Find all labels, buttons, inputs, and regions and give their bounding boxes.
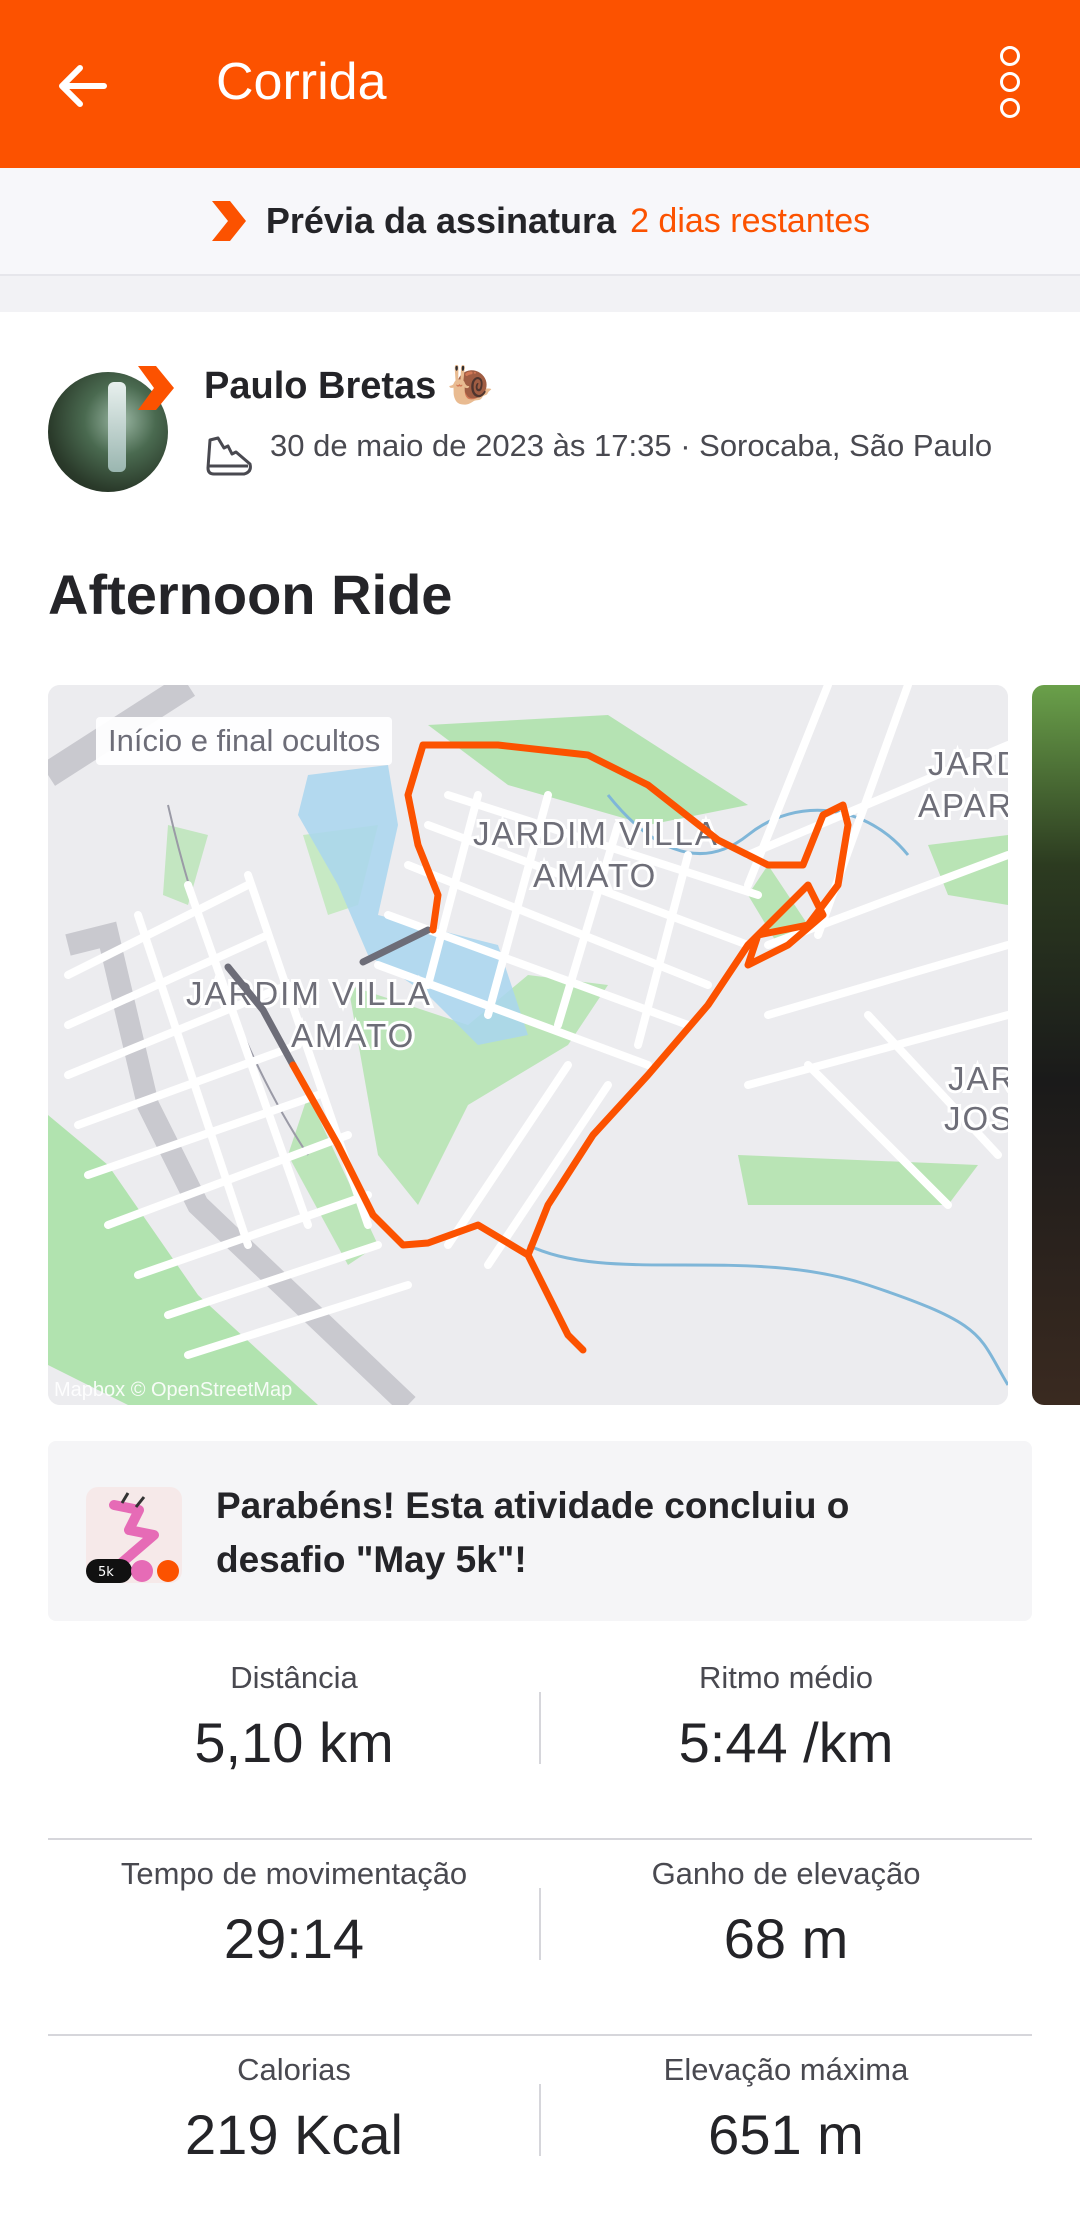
subscription-label: Prévia da assinatura bbox=[265, 200, 617, 241]
map-label: AMATO bbox=[291, 1017, 415, 1054]
stats-row: Calorias 219 Kcal Elevação máxima 651 m bbox=[48, 2036, 1032, 2230]
athlete-name[interactable]: Paulo Bretas 🐌 bbox=[204, 364, 494, 408]
route-map[interactable]: JARDIM VILLA AMATO JARDIM VILLA AMATO JA… bbox=[48, 685, 1008, 1405]
map-label: JOS bbox=[944, 1100, 1008, 1137]
stat-label: Elevação máxima bbox=[663, 2052, 909, 2087]
stat-distance: Distância 5,10 km bbox=[48, 1660, 540, 1775]
page-title: Corrida bbox=[216, 53, 387, 111]
challenge-message: Parabéns! Esta atividade concluiu o desa… bbox=[216, 1485, 850, 1580]
stat-value: 29:14 bbox=[223, 1907, 365, 1970]
stat-label: Distância bbox=[230, 1660, 358, 1695]
stat-avg-pace: Ritmo médio 5:44 /km bbox=[540, 1660, 1032, 1775]
map-label: JARD bbox=[928, 745, 1008, 782]
stat-moving-time: Tempo de movimentação 29:14 bbox=[48, 1856, 540, 1971]
privacy-tag: Início e final ocultos bbox=[96, 717, 393, 765]
map-attribution[interactable]: Mapbox © OpenStreetMap bbox=[54, 1379, 292, 1402]
activity-title: Afternoon Ride bbox=[48, 563, 453, 626]
challenge-badge-icon: 5k bbox=[86, 1487, 182, 1583]
strava-chevron-icon bbox=[211, 201, 246, 241]
stat-value: 5,10 km bbox=[194, 1711, 394, 1774]
days-remaining: 2 dias restantes bbox=[630, 201, 871, 240]
stat-elevation-gain: Ganho de elevação 68 m bbox=[540, 1856, 1032, 1971]
challenge-completed-card[interactable]: 5k Parabéns! Esta atividade concluiu o d… bbox=[48, 1441, 1032, 1621]
stat-value: 219 Kcal bbox=[185, 2103, 403, 2166]
stat-value: 651 m bbox=[708, 2103, 864, 2166]
app-bar: Corrida bbox=[0, 0, 1080, 168]
map-label: JARDIM VILLA bbox=[473, 815, 719, 852]
map-label: JAR bbox=[948, 1060, 1008, 1097]
map-label: APAR bbox=[918, 787, 1008, 824]
stat-label: Calorias bbox=[237, 2052, 351, 2087]
stat-label: Ritmo médio bbox=[699, 1660, 873, 1695]
activity-datetime-location: 30 de maio de 2023 às 17:35 · Sorocaba, … bbox=[270, 428, 993, 463]
stat-max-elevation: Elevação máxima 651 m bbox=[540, 2052, 1032, 2167]
arrow-left-icon[interactable] bbox=[52, 54, 116, 118]
stat-label: Tempo de movimentação bbox=[120, 1856, 468, 1891]
activity-photo-thumbnail[interactable] bbox=[1032, 685, 1080, 1405]
activity-stats: Distância 5,10 km Ritmo médio 5:44 /km T… bbox=[48, 1644, 1032, 2230]
more-vertical-icon[interactable] bbox=[990, 46, 1030, 126]
stat-calories: Calorias 219 Kcal bbox=[48, 2052, 540, 2167]
challenge-badge-label: 5k bbox=[98, 1565, 114, 1580]
divider bbox=[0, 276, 1080, 312]
map-label: JARDIM VILLA bbox=[186, 975, 432, 1012]
stats-row: Distância 5,10 km Ritmo médio 5:44 /km bbox=[48, 1644, 1032, 1840]
subscriber-badge-icon bbox=[138, 366, 174, 410]
stat-value: 5:44 /km bbox=[678, 1711, 894, 1774]
shoe-icon bbox=[206, 436, 252, 476]
stat-value: 68 m bbox=[723, 1907, 849, 1970]
stats-row: Tempo de movimentação 29:14 Ganho de ele… bbox=[48, 1840, 1032, 2036]
map-label: AMATO bbox=[533, 857, 657, 894]
stat-label: Ganho de elevação bbox=[651, 1856, 921, 1891]
subscription-preview-banner[interactable]: Prévia da assinatura 2 dias restantes bbox=[0, 168, 1080, 276]
map-canvas: JARDIM VILLA AMATO JARDIM VILLA AMATO JA… bbox=[48, 685, 1008, 1405]
